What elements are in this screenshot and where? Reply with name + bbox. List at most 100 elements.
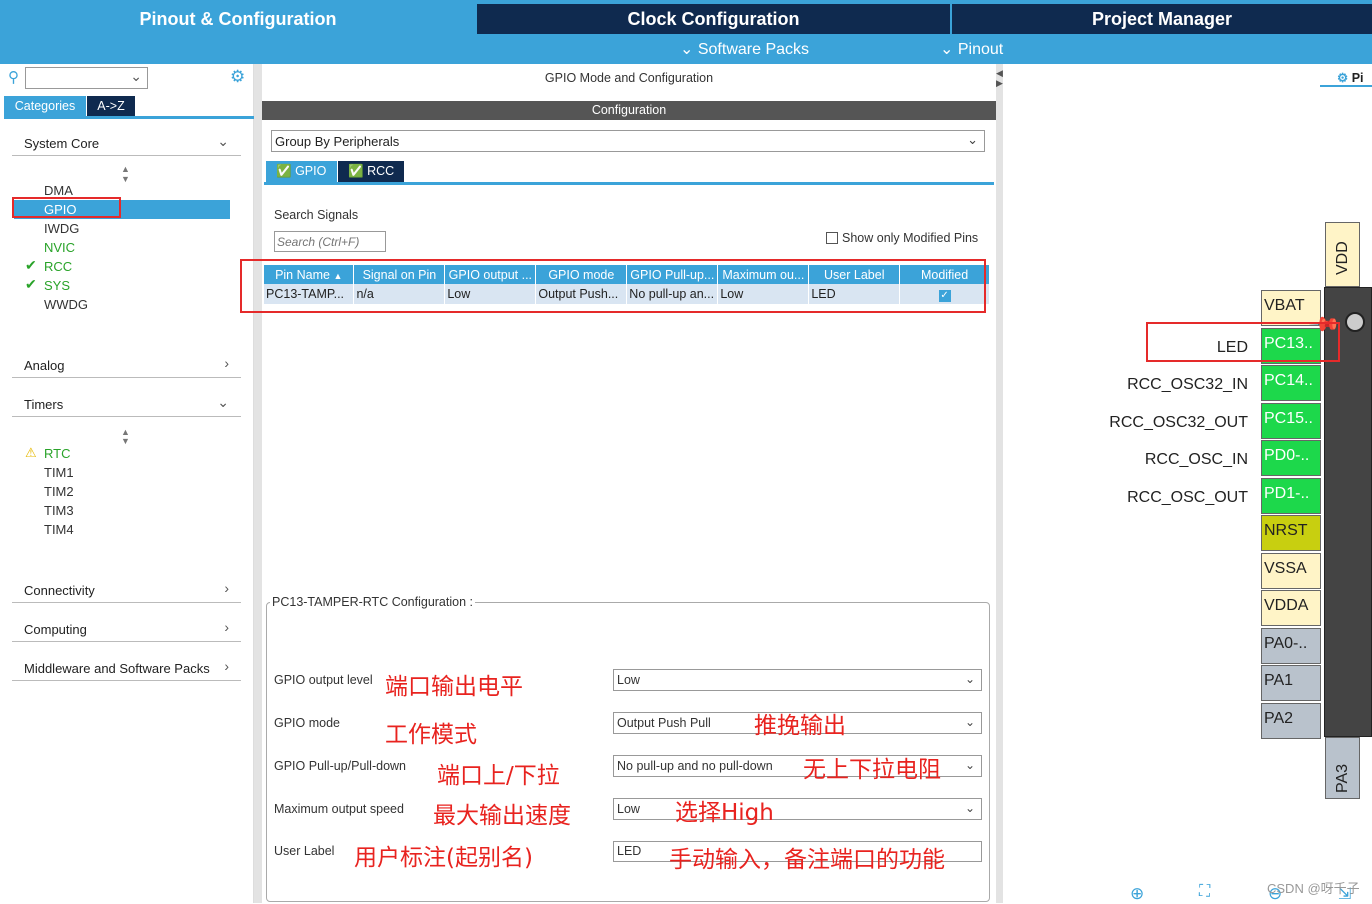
tab-gpio[interactable]: ✅ GPIO [266, 161, 337, 182]
left-scrollbar[interactable] [254, 64, 262, 903]
pin-pc15[interactable]: PC15.. [1261, 403, 1321, 439]
category-item-rcc[interactable]: RCC [44, 259, 72, 274]
annotation-user-label: 用户标注(起别名) [354, 845, 533, 871]
pin-vdda[interactable]: VDDA [1261, 590, 1321, 626]
sort-icon[interactable]: ▲ ▼ [121, 164, 130, 184]
tab-rcc[interactable]: ✅ RCC [338, 161, 404, 182]
pin-pa2[interactable]: PA2 [1261, 703, 1321, 739]
annotation-pull: 端口上/下拉 [437, 763, 560, 789]
show-modified-toggle[interactable]: Show only Modified Pins [826, 231, 978, 245]
panel-splitter[interactable]: ◀ ▶ [996, 64, 1003, 903]
pinout-view-tab[interactable]: ⚙ Pi [1337, 70, 1364, 85]
section-computing[interactable]: Computing › [12, 616, 241, 642]
gpio-mode-label: GPIO mode [274, 716, 340, 730]
tab-clock-configuration[interactable]: Clock Configuration [477, 4, 950, 34]
search-icon: ⚲ [8, 69, 19, 86]
chevron-right-icon: › [224, 619, 229, 635]
chevron-right-icon: › [224, 658, 229, 674]
chevron-down-icon: ⌄ [680, 41, 698, 58]
pin-pa1[interactable]: PA1 [1261, 665, 1321, 701]
search-signals-input[interactable] [274, 231, 386, 252]
show-modified-checkbox[interactable] [826, 232, 838, 244]
pull-value: No pull-up and no pull-down [617, 759, 773, 773]
tab-pinout-configuration[interactable]: Pinout & Configuration [0, 4, 476, 34]
category-item-sys[interactable]: SYS [44, 278, 70, 293]
search-signals-label: Search Signals [274, 208, 359, 222]
pin-vssa[interactable]: VSSA [1261, 553, 1321, 589]
output-level-label: GPIO output level [274, 673, 373, 687]
output-level-value: Low [617, 673, 640, 687]
section-middleware[interactable]: Middleware and Software Packs › [12, 655, 241, 681]
section-label: System Core [24, 136, 100, 151]
signal-label-pc15: RCC_OSC32_OUT [1109, 414, 1248, 431]
section-system-core[interactable]: System Core ⌄ [12, 130, 241, 156]
gpio-mode-value: Output Push Pull [617, 716, 711, 730]
pin-vdd-top[interactable]: VDD [1325, 222, 1360, 287]
tab-a-z[interactable]: A->Z [87, 96, 135, 116]
panel-title: GPIO Mode and Configuration [544, 71, 714, 85]
category-item-tim1[interactable]: TIM1 [44, 465, 74, 480]
software-packs-menu[interactable]: ⌄ Software Packs [680, 39, 809, 59]
category-search-input[interactable]: ⌄ [25, 67, 148, 89]
output-level-select[interactable]: Low ⌄ [613, 669, 982, 691]
tab-categories[interactable]: Categories [4, 96, 86, 116]
zoom-in-icon[interactable]: ⊕ [1130, 884, 1144, 904]
category-item-dma[interactable]: DMA [44, 183, 73, 198]
tab-project-manager[interactable]: Project Manager [952, 4, 1372, 34]
annotation-speed-value: 选择High [675, 800, 774, 826]
configuration-header: Configuration [262, 101, 996, 120]
annotation-user-label-value: 手动输入，备注端口的功能 [669, 847, 945, 873]
category-item-nvic[interactable]: NVIC [44, 240, 75, 255]
section-analog[interactable]: Analog › [12, 352, 241, 378]
highlight-box-led-pin [1146, 322, 1340, 362]
tab-underline [4, 116, 254, 119]
group-by-select[interactable]: Group By Peripherals ⌄ [271, 130, 985, 152]
chevron-down-icon: ⌄ [940, 41, 958, 58]
annotation-output-level: 端口输出电平 [385, 674, 523, 700]
category-item-tim4[interactable]: TIM4 [44, 522, 74, 537]
signal-label-pd1: RCC_OSC_OUT [1127, 489, 1248, 506]
section-label: Middleware and Software Packs [24, 661, 210, 676]
categories-panel: ⚲ ⌄ ⚙ Categories A->Z System Core ⌄ ▲ ▼ [0, 64, 254, 903]
pin-pa3[interactable]: PA3 [1325, 737, 1360, 799]
section-connectivity[interactable]: Connectivity › [12, 577, 241, 603]
chevron-down-icon: ⌄ [964, 758, 975, 772]
tab-gpio-label: GPIO [295, 164, 327, 178]
section-label: Analog [24, 358, 65, 373]
check-circle-icon: ✅ [348, 164, 364, 178]
sort-icon[interactable]: ▲ ▼ [121, 428, 130, 446]
fit-screen-icon[interactable]: ⛶ [1199, 883, 1210, 901]
gear-icon[interactable]: ⚙ [230, 67, 245, 87]
max-speed-value: Low [617, 802, 640, 816]
check-circle-icon: ✅ [276, 164, 292, 178]
pinout-menu[interactable]: ⌄ Pinout [940, 39, 1003, 59]
tab-underline [264, 182, 994, 185]
pin-pc14[interactable]: PC14.. [1261, 365, 1321, 401]
highlight-box-table [240, 259, 986, 313]
section-label: Computing [24, 622, 87, 637]
section-label: Timers [24, 397, 64, 412]
category-item-rtc[interactable]: RTC [44, 446, 70, 461]
category-item-tim3[interactable]: TIM3 [44, 503, 74, 518]
category-item-iwdg[interactable]: IWDG [44, 221, 79, 236]
tab-rcc-label: RCC [367, 164, 395, 178]
pin1-marker [1345, 312, 1365, 332]
max-speed-select[interactable]: Low ⌄ [613, 798, 982, 820]
check-icon: ✔ [25, 276, 37, 292]
category-item-wwdg[interactable]: WWDG [44, 297, 88, 312]
pinout-label: Pinout [957, 41, 1004, 58]
show-modified-label: Show only Modified Pins [842, 231, 979, 245]
chip-icon: ⚙ [1337, 71, 1349, 85]
category-item-tim2[interactable]: TIM2 [44, 484, 74, 499]
pin-pd0[interactable]: PD0-.. [1261, 440, 1321, 476]
pin-nrst[interactable]: NRST [1261, 515, 1321, 551]
pin-pd1[interactable]: PD1-.. [1261, 478, 1321, 514]
sub-menu-bar: ⌄ Software Packs ⌄ Pinout [0, 34, 1372, 64]
collapse-arrows-icon[interactable]: ◀ ▶ [996, 68, 1003, 88]
user-label-label: User Label [274, 844, 335, 858]
pin-pa0[interactable]: PA0-.. [1261, 628, 1321, 664]
top-tab-bar: Pinout & Configuration Clock Configurati… [0, 0, 1372, 34]
signal-label-pd0: RCC_OSC_IN [1144, 451, 1248, 468]
chevron-down-icon: ⌄ [217, 394, 229, 410]
section-timers[interactable]: Timers ⌄ [12, 391, 241, 417]
